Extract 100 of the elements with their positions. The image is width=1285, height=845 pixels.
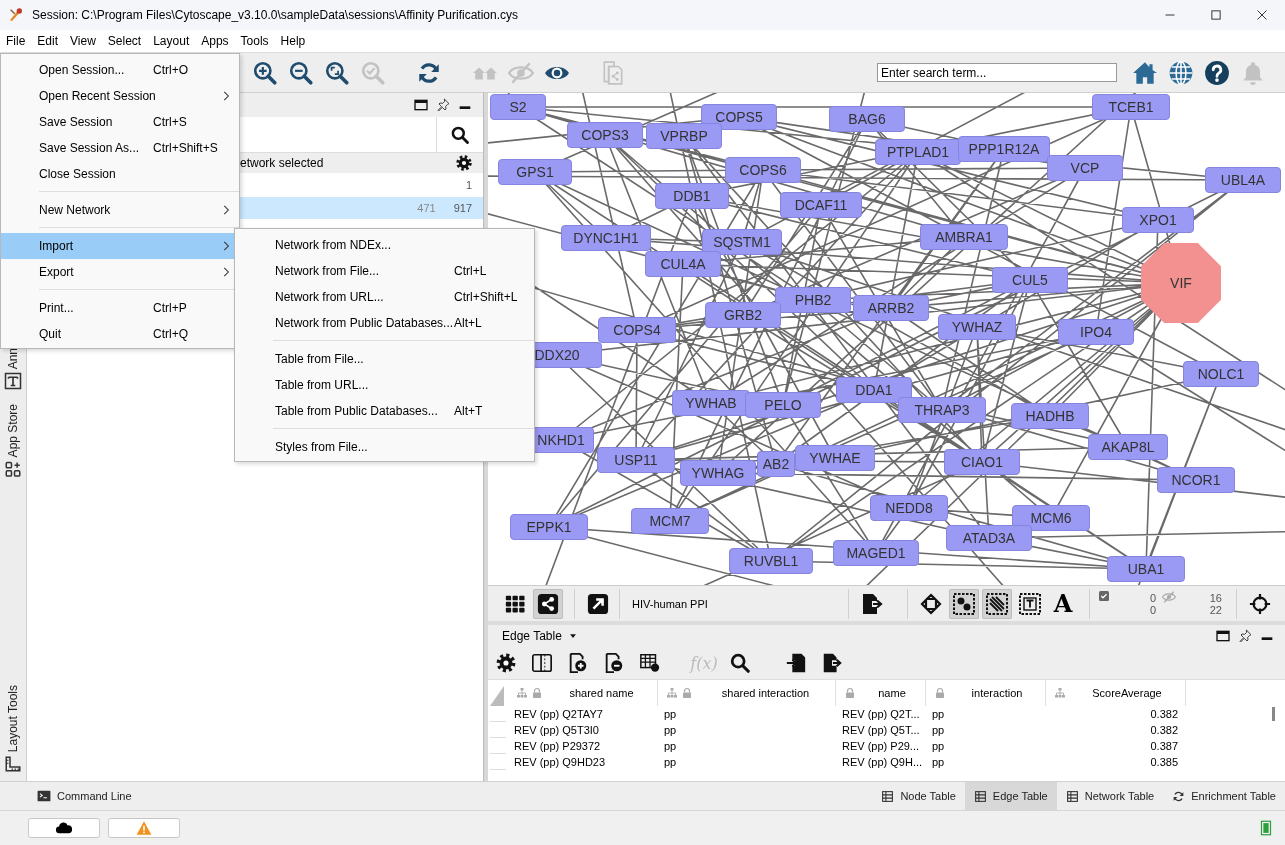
table-tab[interactable]: Enrichment Table	[1163, 782, 1285, 810]
search-icon[interactable]	[450, 124, 470, 145]
network-node[interactable]: AKAP8L	[1088, 434, 1168, 460]
network-node[interactable]: PELO	[745, 392, 821, 418]
network-node[interactable]: COPS3	[567, 122, 643, 148]
circular-arrows-icon[interactable]	[1172, 789, 1186, 803]
menu-bar-item[interactable]: Edit	[31, 30, 65, 52]
zoom-out-icon[interactable]	[288, 59, 314, 86]
search-field[interactable]: Enter search term...	[877, 63, 1117, 82]
network-node[interactable]: CIAO1	[944, 449, 1020, 475]
table-tab[interactable]: Edge Table	[964, 782, 1057, 810]
network-node[interactable]: VCP	[1047, 155, 1123, 181]
menu-bar-item[interactable]: Help	[274, 30, 312, 52]
command-line-tab[interactable]: Command Line	[28, 782, 141, 810]
annotation-icon[interactable]	[4, 372, 22, 391]
network-node[interactable]: GRB2	[705, 302, 781, 328]
network-node[interactable]: COPS6	[725, 157, 801, 183]
import-icon[interactable]	[785, 652, 807, 674]
network-node[interactable]: CUL5	[992, 267, 1068, 293]
network-node[interactable]: DDA1	[836, 377, 912, 403]
settings-icon[interactable]	[455, 154, 473, 172]
target-icon[interactable]	[1249, 592, 1271, 615]
menu-item[interactable]: Open Session... Ctrl+O	[1, 57, 239, 83]
network-node[interactable]: TCEB1	[1092, 94, 1170, 120]
pin-icon[interactable]	[435, 97, 451, 113]
network-node[interactable]: PPP1R12A	[958, 136, 1050, 162]
maximize-icon[interactable]	[413, 97, 429, 113]
network-node[interactable]: GPS1	[498, 159, 572, 185]
help-icon[interactable]	[1204, 59, 1230, 86]
column-header[interactable]: shared interaction	[658, 680, 836, 706]
network-node[interactable]: RUVBL1	[729, 548, 813, 574]
terminal-icon[interactable]	[37, 789, 51, 803]
network-node[interactable]: PTPLAD1	[875, 139, 961, 165]
network-node[interactable]: ATAD3A	[946, 525, 1032, 551]
network-node[interactable]: MAGED1	[833, 540, 919, 566]
export-icon[interactable]	[821, 652, 843, 674]
settings-icon[interactable]	[495, 652, 517, 674]
column-header[interactable]: ScoreAverage	[1046, 680, 1186, 706]
table-icon[interactable]	[973, 789, 987, 803]
columns-icon[interactable]	[531, 652, 553, 674]
column-header[interactable]: interaction	[926, 680, 1046, 706]
menu-item[interactable]: Save Session Ctrl+S	[1, 109, 239, 135]
search-icon[interactable]	[729, 652, 751, 674]
menu-item[interactable]: Close Session	[1, 161, 239, 187]
zoom-in-icon[interactable]	[252, 59, 278, 86]
menu-bar-item[interactable]: Select	[101, 30, 148, 52]
network-node[interactable]: COPS4	[598, 317, 676, 343]
network-node[interactable]: NOLC1	[1183, 361, 1259, 387]
pin-icon[interactable]	[1237, 628, 1253, 644]
network-node[interactable]: HADHB	[1011, 403, 1089, 429]
network-node[interactable]: UBA1	[1107, 556, 1185, 582]
network-node[interactable]: MCM7	[631, 508, 709, 534]
delete-column-icon[interactable]	[603, 652, 625, 674]
menu-item[interactable]: Network from URL... Ctrl+Shift+L	[235, 284, 534, 310]
network-node[interactable]: IPO4	[1058, 319, 1134, 345]
network-node[interactable]: DDB1	[655, 183, 729, 209]
network-node[interactable]: BAG6	[829, 106, 905, 132]
network-node[interactable]: THRAP3	[898, 397, 986, 423]
network-node[interactable]: USP11	[597, 447, 675, 473]
layout-tools-icon[interactable]	[4, 755, 22, 773]
table-icon[interactable]	[639, 652, 661, 674]
side-tab[interactable]: Layout Tools	[6, 684, 20, 752]
network-node[interactable]: SQSTM1	[702, 229, 782, 255]
network-node[interactable]: S2	[490, 94, 546, 120]
menu-item[interactable]: Table from Public Databases... Alt+T	[235, 398, 534, 424]
zoom-fit-icon[interactable]	[324, 59, 350, 86]
scrollbar[interactable]	[1272, 707, 1275, 721]
network-node[interactable]: XPO1	[1122, 207, 1194, 233]
network-node[interactable]: VPRBP	[646, 123, 722, 149]
table-title[interactable]: Edge Table	[502, 629, 562, 643]
menu-bar-item[interactable]: View	[64, 30, 102, 52]
network-node[interactable]: DCAF11	[780, 192, 862, 218]
network-node[interactable]: MCM6	[1012, 505, 1090, 531]
add-column-icon[interactable]	[567, 652, 589, 674]
column-header[interactable]: name	[836, 680, 926, 706]
menu-bar-item[interactable]: Tools	[234, 30, 275, 52]
table-tab[interactable]: Node Table	[872, 782, 965, 810]
globe-icon[interactable]	[1168, 59, 1194, 86]
network-node[interactable]: NEDD8	[870, 495, 948, 521]
network-node[interactable]: ARRB2	[853, 295, 929, 321]
side-tab[interactable]: App Store	[6, 404, 20, 458]
network-node[interactable]: YWHAZ	[938, 314, 1016, 340]
network-node[interactable]: CUL4A	[645, 251, 721, 277]
network-node[interactable]: EPPK1	[510, 514, 588, 540]
network-node[interactable]: UBL4A	[1205, 167, 1281, 193]
network-node[interactable]: AB2	[757, 451, 795, 477]
text-move-button[interactable]: A	[1048, 588, 1078, 619]
menu-bar-item[interactable]: File	[0, 30, 32, 52]
network-node[interactable]: YWHAG	[680, 460, 756, 486]
maximize-icon[interactable]	[1215, 628, 1231, 644]
column-header[interactable]: shared name	[508, 680, 658, 706]
network-node[interactable]: YWHAE	[795, 445, 875, 471]
side-tab[interactable]: Ann	[6, 348, 20, 370]
table-icon[interactable]	[881, 789, 895, 803]
menu-item[interactable]: Network from File... Ctrl+L	[235, 258, 534, 284]
network-node[interactable]: COPS5	[701, 104, 777, 130]
table-icon[interactable]	[1065, 789, 1079, 803]
network-node[interactable]: YWHAB	[672, 390, 750, 416]
cloud-button[interactable]	[28, 818, 100, 838]
menu-item[interactable]: Table from URL...	[235, 372, 534, 398]
